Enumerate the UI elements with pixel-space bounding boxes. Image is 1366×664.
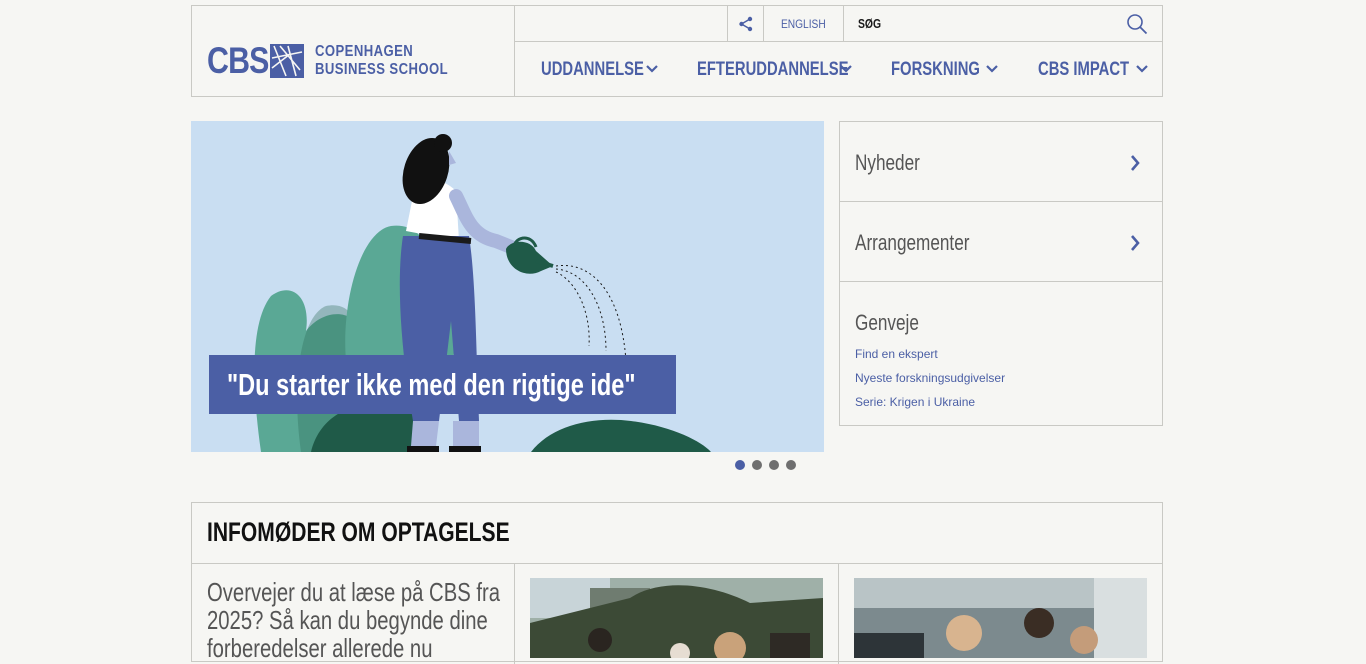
utility-bar: ENGLISH SØG bbox=[515, 6, 1162, 42]
nav-item-efteruddannelse[interactable]: EFTERUDDANNELSE bbox=[697, 58, 877, 82]
hero-carousel[interactable]: "Du starter ikke med den rigtige ide" bbox=[191, 121, 824, 452]
carousel-dot-1[interactable] bbox=[735, 460, 745, 470]
classroom-photo bbox=[854, 578, 1147, 658]
hero-caption[interactable]: "Du starter ikke med den rigtige ide" bbox=[209, 355, 676, 414]
shortcuts-box: Genveje Find en ekspert Nyeste forskning… bbox=[840, 282, 1162, 425]
info-photo-card-2[interactable] bbox=[839, 564, 1162, 664]
main-navigation: UDDANNELSE EFTERUDDANNELSE FORSKNING CBS… bbox=[515, 42, 1162, 96]
chevron-right-icon bbox=[1131, 155, 1140, 171]
nav-label: EFTERUDDANNELSE bbox=[697, 59, 849, 80]
nav-label: CBS IMPACT bbox=[1038, 59, 1130, 80]
nav-item-forskning[interactable]: FORSKNING bbox=[891, 58, 1031, 82]
info-cards-row: Overvejer du at læse på CBS fra 2025? Så… bbox=[192, 563, 1162, 664]
nav-label: UDDANNELSE bbox=[541, 59, 644, 80]
students-photo bbox=[530, 578, 823, 658]
nav-item-cbs-impact[interactable]: CBS IMPACT bbox=[1038, 58, 1163, 82]
info-text-card[interactable]: Overvejer du at læse på CBS fra 2025? Så… bbox=[192, 564, 515, 664]
chevron-down-icon bbox=[840, 65, 852, 73]
news-label: Nyheder bbox=[855, 150, 920, 175]
nav-item-uddannelse[interactable]: UDDANNELSE bbox=[541, 58, 691, 82]
site-header: CBS COPENHAGEN BUSINESS SCHOOL ENGLISH S… bbox=[191, 5, 1163, 97]
search-field[interactable]: SØG bbox=[858, 16, 881, 31]
language-label: ENGLISH bbox=[781, 16, 826, 31]
share-button[interactable] bbox=[727, 6, 764, 41]
events-link[interactable]: Arrangementer bbox=[840, 202, 1162, 282]
shortcuts-title: Genveje bbox=[855, 310, 919, 335]
shortcut-link[interactable]: Serie: Krigen i Ukraine bbox=[855, 395, 975, 409]
search-icon[interactable] bbox=[1126, 13, 1148, 35]
side-panel: Nyheder Arrangementer Genveje Find en ek… bbox=[839, 121, 1163, 426]
chevron-right-icon bbox=[1131, 235, 1140, 251]
nav-label: FORSKNING bbox=[891, 59, 980, 80]
logo[interactable]: CBS COPENHAGEN BUSINESS SCHOOL bbox=[192, 6, 515, 96]
info-intro-text: Overvejer du at læse på CBS fra 2025? Så… bbox=[207, 577, 501, 663]
share-icon bbox=[738, 16, 752, 31]
logo-line-2: BUSINESS SCHOOL bbox=[315, 61, 448, 78]
carousel-dot-4[interactable] bbox=[786, 460, 796, 470]
hero-caption-text: "Du starter ikke med den rigtige ide" bbox=[227, 366, 636, 402]
info-meetings-section: INFOMØDER OM OPTAGELSE Overvejer du at l… bbox=[191, 502, 1163, 664]
carousel-dot-3[interactable] bbox=[769, 460, 779, 470]
shortcut-link[interactable]: Find en ekspert bbox=[855, 347, 938, 361]
chevron-down-icon bbox=[646, 65, 658, 73]
chevron-down-icon bbox=[986, 65, 998, 73]
events-label: Arrangementer bbox=[855, 230, 970, 255]
chevron-down-icon bbox=[1136, 65, 1148, 73]
logo-cbs-text: CBS bbox=[207, 40, 269, 81]
carousel-dot-2[interactable] bbox=[752, 460, 762, 470]
carousel-pagination bbox=[735, 460, 796, 470]
shortcut-link[interactable]: Nyeste forskningsudgivelser bbox=[855, 371, 1005, 385]
language-switch-button[interactable]: ENGLISH bbox=[764, 6, 844, 41]
logo-wordmark: COPENHAGEN BUSINESS SCHOOL bbox=[315, 43, 448, 79]
info-photo-card-1[interactable] bbox=[515, 564, 839, 664]
section-title: INFOMØDER OM OPTAGELSE bbox=[207, 517, 510, 547]
logo-line-1: COPENHAGEN bbox=[315, 43, 414, 60]
logo-mark-icon bbox=[270, 44, 304, 78]
news-link[interactable]: Nyheder bbox=[840, 122, 1162, 202]
